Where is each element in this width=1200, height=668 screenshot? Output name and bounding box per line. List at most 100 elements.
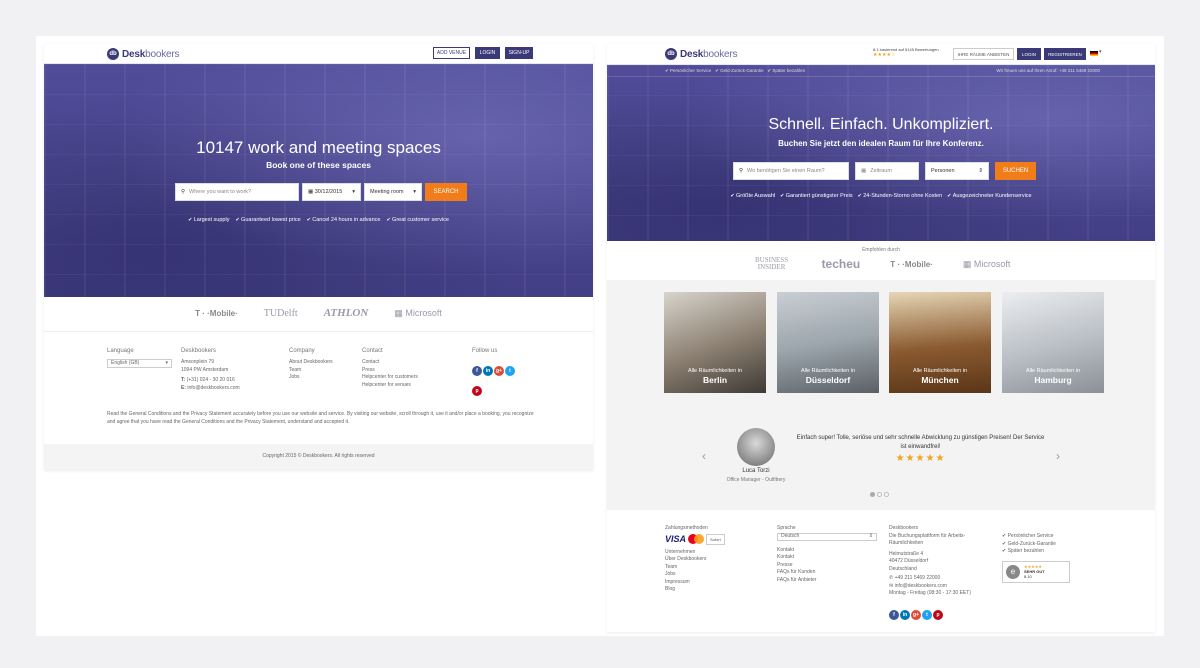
footer-link[interactable]: Kontakt [777, 554, 877, 562]
search-button[interactable]: SEARCH [425, 183, 467, 201]
address-line: 40472 Düsseldorf [889, 558, 929, 564]
hero-title: 10147 work and meeting spaces [196, 138, 441, 157]
persons-select[interactable]: Personen ⇕ [925, 162, 989, 180]
googleplus-icon[interactable]: g+ [494, 366, 504, 376]
city-tile-muenchen[interactable]: Alle Räumlichkeiten in München [889, 292, 991, 393]
logo-mark-icon: db [665, 48, 677, 60]
carousel-dot[interactable] [870, 492, 875, 497]
chevron-down-icon[interactable]: ▾ [1099, 49, 1102, 55]
city-prefix: Alle Räumlichkeiten in [1025, 368, 1081, 374]
contact-heading: Contact [362, 348, 383, 354]
login-button[interactable]: LOGIN [475, 47, 500, 59]
deskbookers-logo[interactable]: db Deskbookers [665, 48, 737, 60]
usp-list: Größte Auswahl Garantiert günstigster Pr… [607, 193, 1155, 199]
facebook-icon[interactable]: f [889, 609, 899, 620]
carousel-dots [870, 492, 889, 497]
footer-link[interactable]: Contact [362, 359, 452, 367]
footer-link[interactable]: FAQs für Kunden [777, 569, 877, 577]
copyright-bar: Copyright 2015 © Deskbookers. All rights… [44, 444, 593, 470]
pinterest-icon[interactable]: p [472, 386, 482, 396]
hotline-text: Wir freuen uns auf Ihren Anruf: +49 211 … [996, 68, 1100, 73]
city-name: München [921, 375, 959, 385]
rating-widget[interactable]: 8,1 basierend auf 5145 Bewertungen ★★★★☆ [873, 47, 939, 58]
footer-link[interactable]: Press [362, 367, 452, 375]
payment-column: Zahlungsmethoden VISA Sofort Unternehmen… [665, 525, 765, 594]
footer-link[interactable]: Jobs [665, 571, 765, 579]
phone: (+31) 024 - 30 20 016 [186, 377, 235, 383]
company-name: Deskbookers [181, 348, 217, 354]
register-button[interactable]: REGISTRIEREN [1044, 48, 1086, 60]
contact-heading: Kontakt [777, 546, 794, 553]
footer-link[interactable]: About Deskbookers [289, 359, 359, 367]
payment-heading: Zahlungsmethoden [665, 525, 708, 531]
trust-item: Später bezahlen [1007, 548, 1045, 554]
email-link[interactable]: info@deskbookers.com [187, 385, 239, 391]
search-button[interactable]: SUCHEN [995, 162, 1036, 180]
english-homepage: db Deskbookers ADD VENUE LOGIN SIGN-UP 1… [44, 44, 593, 470]
footer-link[interactable]: Helpcenter for venues [362, 382, 452, 390]
deskbookers-logo[interactable]: db Deskbookers [107, 48, 179, 60]
chevron-left-icon[interactable]: ‹ [702, 449, 706, 463]
phone-label: T: [181, 377, 186, 383]
linkedin-icon[interactable]: in [900, 609, 910, 620]
carousel-dot[interactable] [884, 492, 889, 497]
info-usp: Persönlicher Service [670, 68, 712, 73]
trust-item: Persönlicher Service [1007, 533, 1054, 539]
usp-item: Guaranteed lowest price [235, 217, 301, 223]
mail-icon: ✉ [889, 582, 894, 589]
city-tile-hamburg[interactable]: Alle Räumlichkeiten in Hamburg [1002, 292, 1104, 393]
carousel-dot[interactable] [877, 492, 882, 497]
language-select[interactable]: English (GB) ▾ [107, 359, 172, 368]
footer-link[interactable]: Team [289, 367, 359, 375]
city-name: Berlin [702, 375, 728, 385]
email-link[interactable]: info@deskbookers.com [895, 583, 947, 589]
logo-brand: Desk [122, 48, 146, 60]
date-input[interactable]: ▦ Zeitraum [855, 162, 919, 180]
sofort-icon: Sofort [706, 533, 725, 545]
german-flag-icon[interactable] [1090, 51, 1098, 56]
pinterest-icon[interactable]: p [933, 609, 943, 620]
trusted-shops-icon: e [1006, 564, 1020, 579]
usp-item: Largest supply [188, 217, 230, 223]
language-select[interactable]: Deutsch ⇕ [777, 532, 877, 541]
footer-link[interactable]: Blog [665, 586, 765, 594]
email-label: E: [181, 384, 186, 391]
twitter-icon[interactable]: t [922, 609, 932, 620]
location-input[interactable]: ⚲ Where you want to work? [175, 183, 299, 201]
login-button[interactable]: LOGIN [1017, 48, 1041, 60]
city-tile-duesseldorf[interactable]: Alle Räumlichkeiten in Düsseldorf [777, 292, 879, 393]
space-type-select[interactable]: Meeting room ▾ [364, 183, 422, 201]
tmobile-logo: T · ·Mobile· [195, 308, 238, 318]
avatar [737, 428, 775, 466]
company-heading: Deskbookers [889, 525, 919, 531]
mastercard-icon [688, 534, 705, 544]
city-prefix: Alle Räumlichkeiten in [912, 368, 968, 374]
usp-item: Great customer service [386, 217, 449, 223]
chevron-right-icon[interactable]: › [1056, 449, 1060, 463]
trusted-shops-badge[interactable]: e ★★★★★ SEHR GUT 8.10 [1002, 560, 1070, 583]
offer-spaces-button[interactable]: IHRE RÄUME ANBIETEN [953, 48, 1014, 60]
footer-link[interactable]: Jobs [289, 374, 359, 382]
googleplus-icon[interactable]: g+ [911, 609, 921, 620]
footer-link[interactable]: Helpcenter for customers [362, 374, 452, 382]
linkedin-icon[interactable]: in [483, 366, 493, 376]
date-input[interactable]: ▦ 30/12/2015 ▾ [302, 183, 361, 201]
language-label: Sprache [777, 525, 796, 531]
footer-link[interactable]: Über Deskbookers [665, 556, 765, 564]
city-prefix: Alle Räumlichkeiten in [687, 368, 743, 374]
facebook-icon[interactable]: f [472, 366, 482, 376]
location-input[interactable]: ⚲ Wo benötigen Sie einen Raum? [733, 162, 849, 180]
signup-button[interactable]: SIGN-UP [505, 47, 533, 59]
hero-background-image [44, 64, 593, 297]
twitter-icon[interactable]: t [505, 366, 515, 376]
phone-icon: ✆ [889, 575, 894, 581]
footer-link[interactable]: Presse [777, 562, 877, 570]
footer-link[interactable]: Team [665, 564, 765, 572]
language-label: Language [107, 348, 134, 354]
add-venue-button[interactable]: ADD VENUE [433, 47, 470, 59]
company-heading: Unternehmen [665, 548, 696, 555]
footer-link[interactable]: Impressum [665, 579, 765, 587]
search-bar: ⚲ Wo benötigen Sie einen Raum? ▦ Zeitraum … [733, 162, 1036, 180]
city-tile-berlin[interactable]: Alle Räumlichkeiten in Berlin [664, 292, 766, 393]
footer-link[interactable]: FAQs für Anbieter [777, 577, 877, 585]
